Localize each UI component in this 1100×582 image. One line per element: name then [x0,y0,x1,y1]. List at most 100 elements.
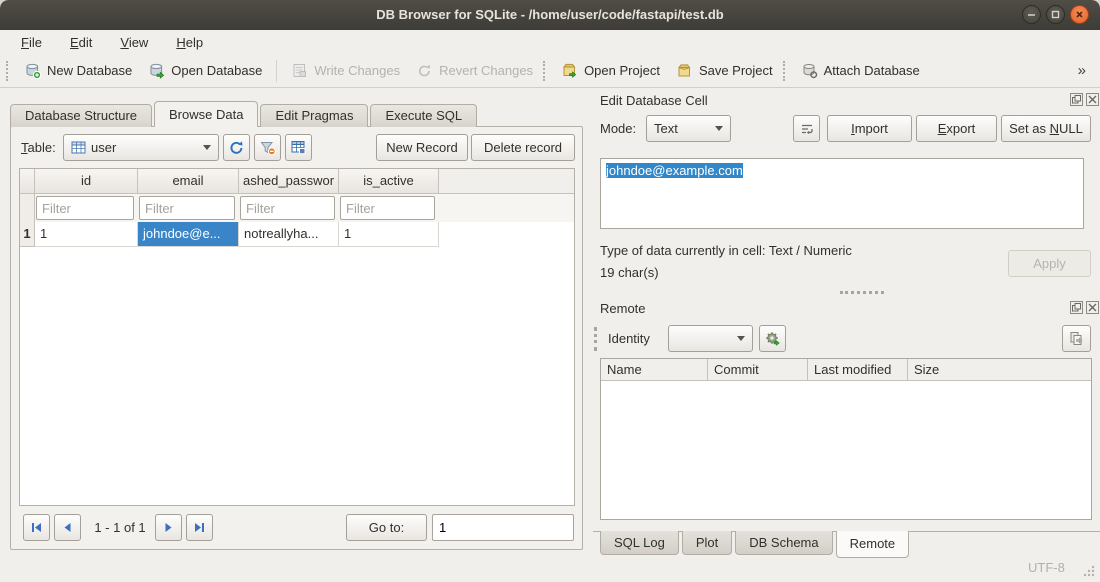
cell-char-count: 19 char(s) [600,263,659,283]
remote-column-size[interactable]: Size [908,359,1091,380]
toolbar-drag-handle[interactable] [543,61,547,81]
remote-toolbar-handle[interactable] [594,327,597,351]
goto-label: Go to: [369,520,404,535]
menu-view[interactable]: View [111,33,157,52]
filter-input-id[interactable] [36,196,134,220]
grid-corner [20,169,35,194]
refresh-icon [228,139,245,156]
export-button[interactable]: Export [916,115,997,142]
chevron-down-icon [203,145,211,150]
mode-select[interactable]: Text [646,115,731,142]
clear-filter-icon [259,139,276,156]
word-wrap-button[interactable] [793,115,820,142]
float-dock-button[interactable] [1070,301,1083,314]
clone-document-icon [1068,330,1085,347]
cell-editor[interactable]: johndoe@example.com [600,158,1084,229]
revert-changes-icon [416,62,433,79]
column-header-id[interactable]: id [35,169,138,194]
maximize-button[interactable] [1046,5,1065,24]
identity-select[interactable] [668,325,753,352]
next-record-icon [161,520,176,535]
toolbar-drag-handle[interactable] [783,61,787,81]
save-table-button[interactable] [285,134,312,161]
tab-browse-data[interactable]: Browse Data [154,101,258,127]
remote-table-header: Name Commit Last modified Size [601,359,1091,381]
tab-execute-sql[interactable]: Execute SQL [370,104,477,127]
write-changes-label: Write Changes [314,63,400,78]
cell-is-active[interactable]: 1 [339,222,439,247]
table-select[interactable]: user [63,134,219,161]
toolbar-overflow-button[interactable]: » [1072,62,1092,79]
cell-id[interactable]: 1 [35,222,138,247]
delete-record-button[interactable]: Delete record [471,134,575,161]
goto-input[interactable] [432,514,574,541]
goto-button[interactable]: Go to: [346,514,427,541]
chevron-down-icon [715,126,723,131]
open-database-button[interactable]: Open Database [140,58,270,83]
new-database-button[interactable]: New Database [16,58,140,83]
titlebar[interactable]: DB Browser for SQLite - /home/user/code/… [0,0,1100,30]
tab-database-structure[interactable]: Database Structure [10,104,152,127]
toolbar-drag-handle[interactable] [6,61,10,81]
float-dock-button[interactable] [1070,93,1083,106]
write-changes-icon [291,62,308,79]
previous-record-icon [60,520,75,535]
remote-table: Name Commit Last modified Size [600,358,1092,520]
last-record-button[interactable] [186,514,213,541]
tab-db-schema[interactable]: DB Schema [735,531,832,555]
column-header-is-active[interactable]: is_active [339,169,439,194]
project-save-icon [676,62,693,79]
filter-input-is-active[interactable] [340,196,435,220]
dock-splitter-handle[interactable] [840,291,884,294]
column-header-email[interactable]: email [138,169,239,194]
apply-label: Apply [1033,256,1066,271]
row-filler [439,222,574,247]
clone-database-button[interactable] [1062,325,1091,352]
remote-column-last-modified[interactable]: Last modified [808,359,908,380]
next-record-button[interactable] [155,514,182,541]
menu-file[interactable]: File [12,33,51,52]
new-database-label: New Database [47,63,132,78]
cell-hashed-password[interactable]: notreallyha... [239,222,339,247]
close-dock-icon [1088,95,1097,104]
row-header[interactable]: 1 [20,222,35,247]
save-project-button[interactable]: Save Project [668,58,781,83]
open-database-label: Open Database [171,63,262,78]
filter-input-email[interactable] [139,196,235,220]
attach-database-button[interactable]: Attach Database [793,58,928,83]
remote-column-name[interactable]: Name [601,359,708,380]
column-header-hashed-password[interactable]: ashed_passwor [239,169,339,194]
refresh-button[interactable] [223,134,250,161]
new-record-button[interactable]: New Record [376,134,468,161]
revert-changes-label: Revert Changes [439,63,533,78]
delete-record-label: Delete record [484,140,562,155]
first-record-button[interactable] [23,514,50,541]
tab-edit-pragmas[interactable]: Edit Pragmas [260,104,368,127]
remote-column-commit[interactable]: Commit [708,359,808,380]
cell-email-selected[interactable]: johndoe@e... [138,222,239,247]
menu-edit[interactable]: Edit [61,33,101,52]
minimize-button[interactable] [1022,5,1041,24]
close-dock-button[interactable] [1086,301,1099,314]
identity-settings-button[interactable] [759,325,786,352]
table-label: Table: [21,134,56,161]
clear-filter-button[interactable] [254,134,281,161]
filter-input-hashed-password[interactable] [240,196,335,220]
close-icon [1074,9,1085,20]
import-button[interactable]: Import [827,115,912,142]
previous-record-button[interactable] [54,514,81,541]
new-record-label: New Record [386,140,458,155]
table-icon [71,141,86,154]
edit-cell-title: Edit Database Cell [600,93,708,108]
set-as-null-button[interactable]: Set as NULL [1001,115,1091,142]
table-row: 1 1 johndoe@e... notreallyha... 1 [20,222,574,247]
menu-help[interactable]: Help [167,33,212,52]
resize-grip[interactable] [1082,564,1096,578]
open-project-button[interactable]: Open Project [553,58,668,83]
close-dock-button[interactable] [1086,93,1099,106]
tab-sql-log[interactable]: SQL Log [600,531,679,555]
tab-plot[interactable]: Plot [682,531,732,555]
tab-remote[interactable]: Remote [836,531,910,558]
close-button[interactable] [1070,5,1089,24]
app-window: DB Browser for SQLite - /home/user/code/… [0,0,1100,582]
